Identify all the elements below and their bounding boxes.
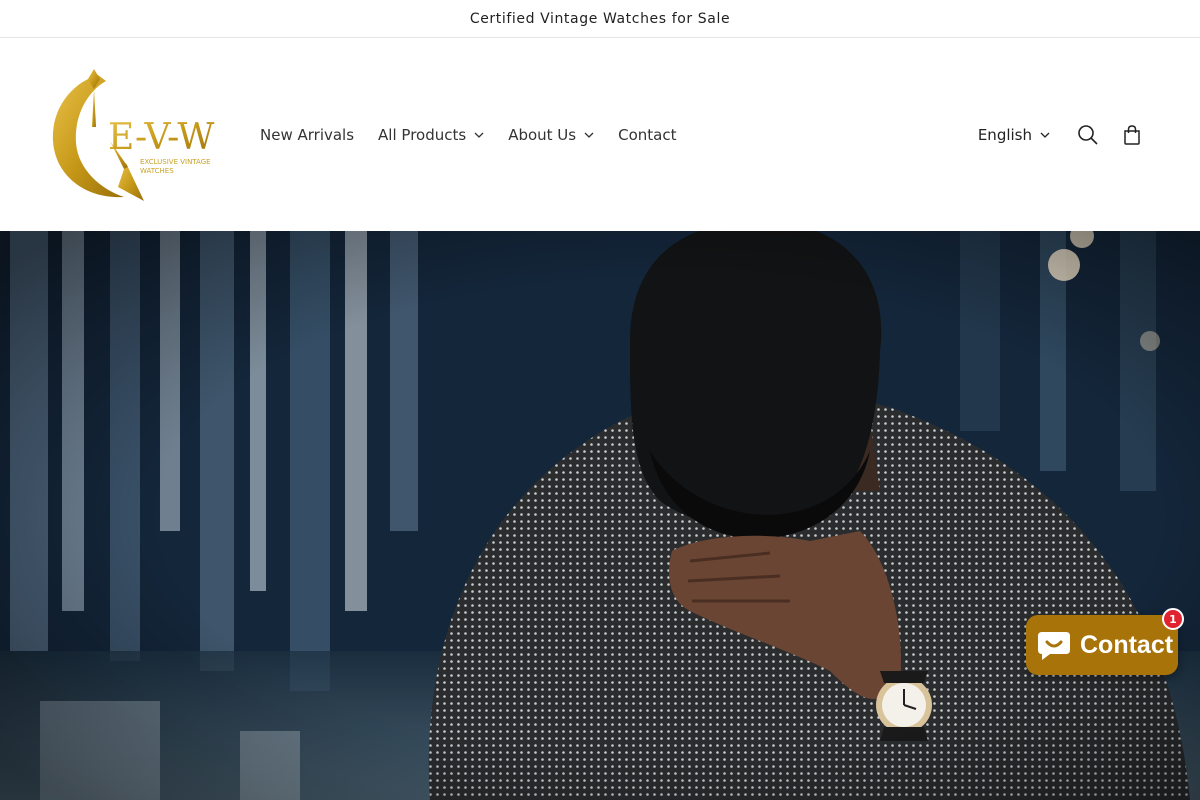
chevron-down-icon (474, 132, 484, 138)
logo-text: E-V-W (108, 117, 214, 158)
hero-photo (0, 231, 1200, 800)
contact-chat-button[interactable]: Contact (1026, 615, 1178, 675)
hero-banner-image (0, 231, 1200, 800)
nav-contact-label: Contact (618, 126, 677, 144)
nav-about-us-label: About Us (508, 126, 577, 144)
chevron-down-icon (1040, 132, 1050, 138)
chat-button-label: Contact (1080, 630, 1174, 659)
site-logo[interactable]: E-V-W EXCLUSIVE VINTAGE WATCHES (48, 67, 220, 207)
chat-badge-count: 1 (1169, 612, 1177, 626)
nav-new-arrivals[interactable]: New Arrivals (248, 126, 366, 144)
main-nav: New Arrivals All Products About Us Conta… (248, 123, 688, 147)
chevron-down-icon (584, 132, 594, 138)
nav-new-arrivals-label: New Arrivals (260, 126, 355, 144)
search-button[interactable] (1066, 117, 1110, 153)
logo-tagline-2: WATCHES (140, 167, 174, 175)
cart-button[interactable] (1110, 117, 1154, 153)
chat-notification-badge: 1 (1162, 608, 1184, 630)
header-utilities: English (978, 117, 1154, 153)
language-selector[interactable]: English (978, 126, 1050, 144)
language-label: English (977, 126, 1032, 144)
search-icon (1078, 125, 1098, 145)
nav-all-products[interactable]: All Products (366, 126, 496, 144)
site-header: E-V-W EXCLUSIVE VINTAGE WATCHES New Arri… (0, 39, 1200, 231)
cart-icon (1124, 125, 1140, 145)
nav-all-products-label: All Products (378, 126, 467, 144)
nav-about-us[interactable]: About Us (496, 126, 606, 144)
announcement-text: Certified Vintage Watches for Sale (469, 10, 731, 27)
logo-tagline-1: EXCLUSIVE VINTAGE (140, 158, 211, 166)
chat-icon (1038, 632, 1070, 660)
logo-emblem: E-V-W EXCLUSIVE VINTAGE WATCHES (52, 69, 214, 201)
nav-contact[interactable]: Contact (606, 126, 688, 144)
announcement-bar: Certified Vintage Watches for Sale (0, 0, 1200, 38)
